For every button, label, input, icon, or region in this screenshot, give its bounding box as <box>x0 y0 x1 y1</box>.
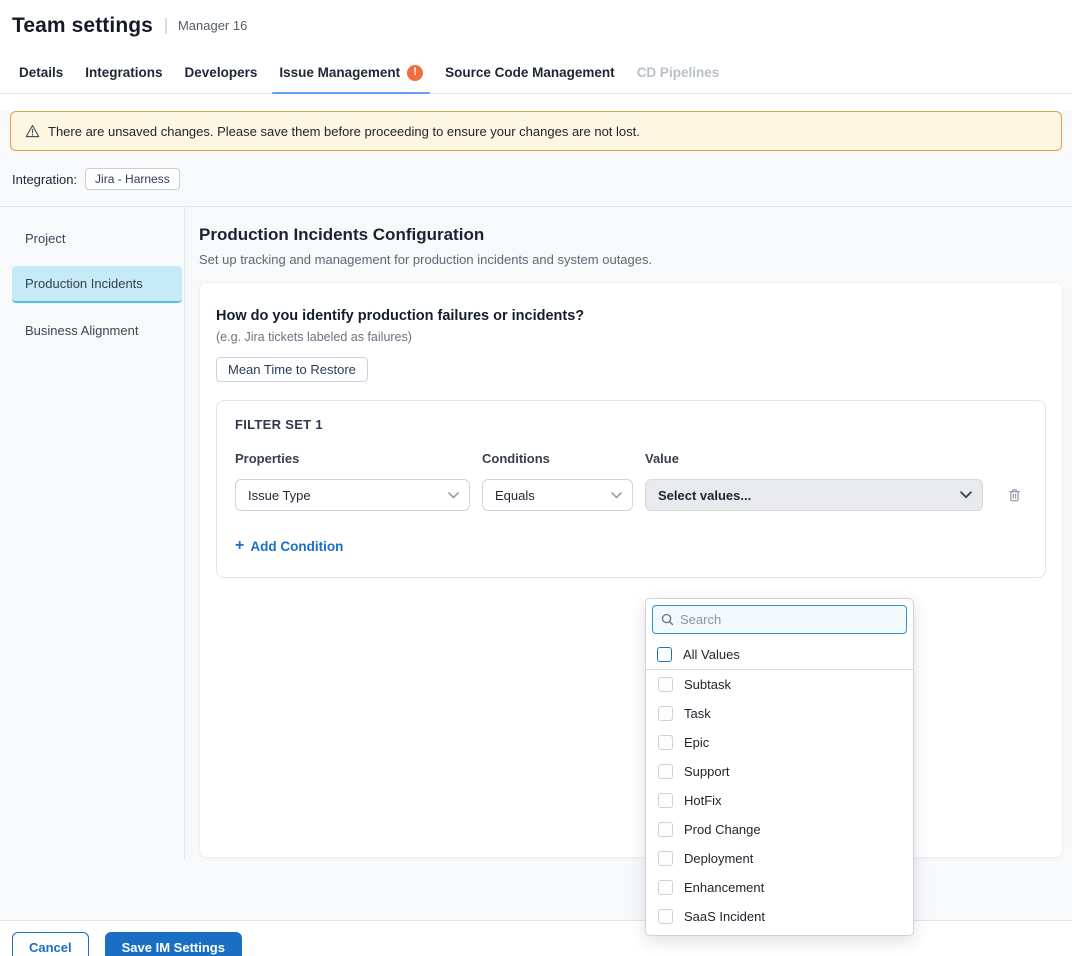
plus-icon: + <box>235 538 244 554</box>
tab-label: Details <box>19 65 63 80</box>
checkbox[interactable] <box>658 793 673 808</box>
tab-label: Developers <box>185 65 258 80</box>
tab-developers[interactable]: Developers <box>174 52 269 93</box>
page-title: Team settings <box>12 14 153 38</box>
option-label: HotFix <box>684 793 722 808</box>
checkbox[interactable] <box>658 822 673 837</box>
option-enhancement[interactable]: Enhancement <box>646 873 913 902</box>
column-header-value: Value <box>645 451 983 466</box>
section-subtitle: Set up tracking and management for produ… <box>199 252 1064 267</box>
sidebar-item-business-alignment[interactable]: Business Alignment <box>12 313 182 348</box>
checkbox[interactable] <box>658 677 673 692</box>
metric-chip-mean-time-to-restore[interactable]: Mean Time to Restore <box>216 357 368 382</box>
option-label: Task <box>684 706 711 721</box>
checkbox[interactable] <box>658 735 673 750</box>
content-area: There are unsaved changes. Please save t… <box>0 111 1072 920</box>
option-all-values[interactable]: All Values <box>646 639 913 670</box>
chevron-down-icon <box>448 492 459 499</box>
page-header: Team settings Manager 16 <box>0 0 1072 52</box>
settings-sidebar: Project Production Incidents Business Al… <box>0 207 185 860</box>
option-support[interactable]: Support <box>646 757 913 786</box>
incidents-config-card: How do you identify production failures … <box>199 282 1063 858</box>
tab-bar: Details Integrations Developers Issue Ma… <box>0 52 1072 94</box>
option-hotfix[interactable]: HotFix <box>646 786 913 815</box>
checkbox[interactable] <box>658 764 673 779</box>
main-panel: Production Incidents Configuration Set u… <box>185 207 1072 860</box>
tab-details[interactable]: Details <box>8 52 74 93</box>
save-im-settings-button[interactable]: Save IM Settings <box>105 932 242 956</box>
tab-label: Issue Management <box>279 65 400 80</box>
tab-integrations[interactable]: Integrations <box>74 52 173 93</box>
option-task[interactable]: Task <box>646 699 913 728</box>
checkbox[interactable] <box>658 851 673 866</box>
option-label: Enhancement <box>684 880 764 895</box>
checkbox-all-values[interactable] <box>657 647 672 662</box>
column-header-conditions: Conditions <box>482 451 645 466</box>
option-label: Prod Change <box>684 822 761 837</box>
value-dropdown-panel: All Values Subtask Task Epic Support Hot… <box>645 598 914 936</box>
delete-filter-button[interactable] <box>1003 484 1025 506</box>
sidebar-item-production-incidents[interactable]: Production Incidents <box>12 266 182 303</box>
value-multiselect-trigger[interactable]: Select values... <box>645 479 983 511</box>
question-hint: (e.g. Jira tickets labeled as failures) <box>216 330 1046 344</box>
option-label: Subtask <box>684 677 731 692</box>
banner-message: There are unsaved changes. Please save t… <box>48 124 640 139</box>
condition-select-value: Equals <box>495 488 535 503</box>
option-subtask[interactable]: Subtask <box>646 670 913 699</box>
unsaved-changes-banner: There are unsaved changes. Please save t… <box>10 111 1062 151</box>
chevron-down-icon <box>960 491 972 499</box>
filter-set-1: FILTER SET 1 Properties Conditions Value… <box>216 400 1046 578</box>
option-deployment[interactable]: Deployment <box>646 844 913 873</box>
add-condition-label: Add Condition <box>250 539 343 554</box>
section-title: Production Incidents Configuration <box>199 225 1064 245</box>
option-prod-change[interactable]: Prod Change <box>646 815 913 844</box>
search-icon <box>661 613 674 626</box>
filter-column-headers: Properties Conditions Value <box>235 451 1027 466</box>
option-label: All Values <box>683 647 740 662</box>
sidebar-item-project[interactable]: Project <box>12 221 182 256</box>
option-label: Deployment <box>684 851 753 866</box>
column-header-properties: Properties <box>235 451 482 466</box>
add-condition-button[interactable]: + Add Condition <box>235 538 343 554</box>
question-heading: How do you identify production failures … <box>216 308 1046 324</box>
option-label: SaaS Incident <box>684 909 765 924</box>
option-saas-incident[interactable]: SaaS Incident <box>646 902 913 931</box>
option-epic[interactable]: Epic <box>646 728 913 757</box>
integration-label: Integration: <box>12 172 77 187</box>
integration-row: Integration: Jira - Harness <box>12 166 1072 192</box>
checkbox[interactable] <box>658 909 673 924</box>
tab-label: Source Code Management <box>445 65 615 80</box>
condition-select[interactable]: Equals <box>482 479 633 511</box>
property-select[interactable]: Issue Type <box>235 479 470 511</box>
tab-source-code-management[interactable]: Source Code Management <box>434 52 626 93</box>
value-select-placeholder: Select values... <box>658 488 751 503</box>
cancel-button[interactable]: Cancel <box>12 932 89 956</box>
unsaved-warning-badge-icon: ! <box>407 65 423 81</box>
team-settings-page: Team settings Manager 16 Details Integra… <box>0 0 1072 956</box>
checkbox[interactable] <box>658 880 673 895</box>
filter-condition-row: Issue Type Equals <box>235 479 1027 511</box>
option-customer-notification[interactable]: Customer Notification <box>646 931 913 936</box>
checkbox[interactable] <box>658 706 673 721</box>
tab-issue-management[interactable]: Issue Management ! <box>268 52 434 93</box>
trash-icon <box>1006 487 1023 504</box>
tab-cd-pipelines: CD Pipelines <box>626 52 731 93</box>
tab-label: CD Pipelines <box>637 65 720 80</box>
option-label: Support <box>684 764 730 779</box>
integration-chip[interactable]: Jira - Harness <box>85 168 180 190</box>
warning-triangle-icon <box>25 124 40 138</box>
option-label: Epic <box>684 735 709 750</box>
chevron-down-icon <box>611 492 622 499</box>
team-name: Manager 16 <box>165 18 247 34</box>
property-select-value: Issue Type <box>248 488 311 503</box>
search-input[interactable] <box>680 612 898 627</box>
tab-label: Integrations <box>85 65 162 80</box>
dropdown-search <box>652 605 907 634</box>
filter-set-title: FILTER SET 1 <box>235 417 1027 432</box>
